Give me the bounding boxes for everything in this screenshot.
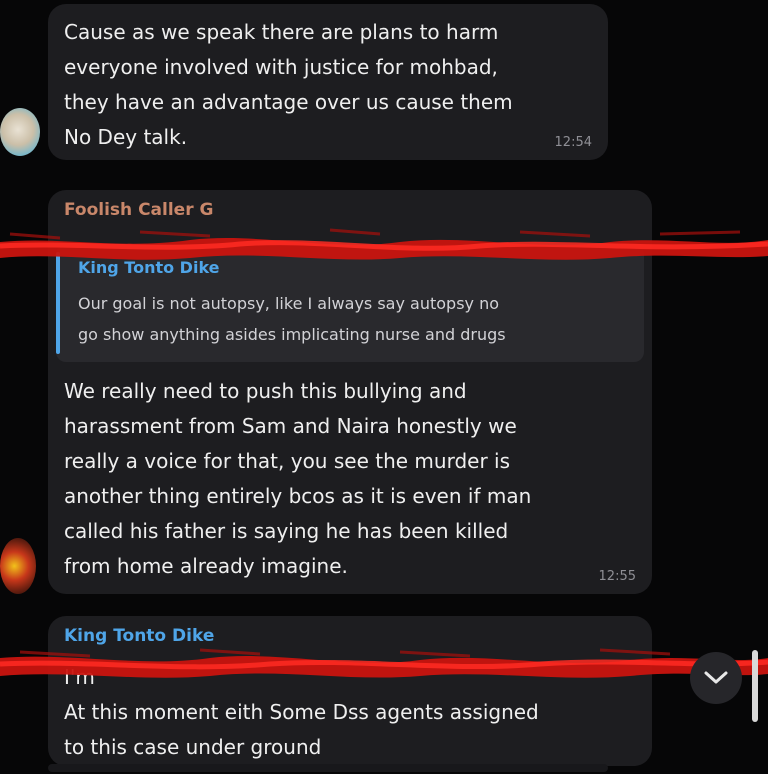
message-bubble[interactable]: Cause as we speak there are plans to har… xyxy=(48,4,608,160)
next-message-edge xyxy=(48,764,608,772)
quote-author: King Tonto Dike xyxy=(78,258,220,277)
message-text: We really need to push this bullying and… xyxy=(64,379,532,578)
chevron-down-icon xyxy=(704,671,728,684)
message-time: 12:54 xyxy=(554,135,592,150)
quote-bar xyxy=(56,252,60,354)
message-text: I'm At this moment eith Some Dss agents … xyxy=(64,665,539,759)
message-bubble[interactable]: Foolish Caller G King Tonto Dike Our goa… xyxy=(48,190,652,594)
chat-screen: Cause as we speak there are plans to har… xyxy=(0,0,768,774)
avatar[interactable] xyxy=(0,108,40,156)
reply-quote[interactable]: King Tonto Dike Our goal is not autopsy,… xyxy=(56,244,644,362)
message-bubble[interactable]: King Tonto Dike I'm At this moment eith … xyxy=(48,616,652,766)
message-text: Cause as we speak there are plans to har… xyxy=(64,20,513,149)
sender-name[interactable]: Foolish Caller G xyxy=(64,200,213,220)
scrollbar[interactable] xyxy=(752,650,758,722)
quote-text: Our goal is not autopsy, like I always s… xyxy=(78,294,506,344)
scroll-down-button[interactable] xyxy=(690,652,742,704)
message-time: 12:55 xyxy=(598,569,636,584)
avatar[interactable] xyxy=(0,538,36,594)
sender-name[interactable]: King Tonto Dike xyxy=(64,626,214,646)
